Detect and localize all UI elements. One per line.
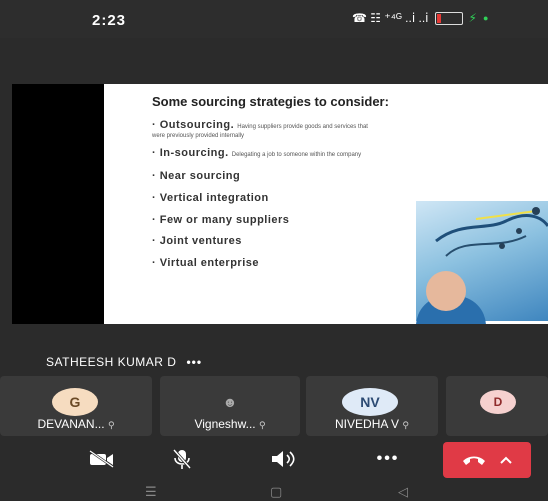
slide-title: Some sourcing strategies to consider: bbox=[152, 94, 389, 109]
chevron-up-icon bbox=[500, 456, 512, 464]
shared-slide: Some sourcing strategies to consider: · … bbox=[104, 84, 548, 324]
presenter-label[interactable]: SATHEESH KUMAR D ••• bbox=[46, 355, 202, 369]
mic-off-icon: ⚲ bbox=[402, 420, 409, 430]
slide-bullet-desc: were previously provided internally bbox=[152, 133, 245, 139]
slide-bullet: · Virtual enterprise bbox=[152, 257, 259, 269]
slide-bullet: · In-sourcing. Delegating a job to someo… bbox=[152, 147, 362, 159]
presenter-name: SATHEESH KUMAR D bbox=[46, 355, 177, 369]
participant-name: NIVEDHA V ⚲ bbox=[335, 417, 409, 431]
system-nav-bar: ☰ ▢ ◁ bbox=[0, 482, 548, 501]
charging-icon: ⚡ bbox=[468, 11, 477, 25]
presenter-more-button[interactable]: ••• bbox=[186, 355, 202, 369]
home-icon[interactable]: ▢ bbox=[270, 484, 282, 500]
participant-tile[interactable]: D bbox=[446, 376, 548, 436]
more-options-button[interactable]: ••• bbox=[360, 440, 416, 478]
participant-tile[interactable]: G DEVANAN... ⚲ bbox=[0, 376, 152, 436]
participant-tile[interactable]: ☻ Vigneshw... ⚲ bbox=[160, 376, 300, 436]
battery-icon bbox=[434, 11, 463, 25]
slide-bullet: · Outsourcing. Having suppliers provide … bbox=[152, 119, 368, 131]
camera-toggle-button[interactable] bbox=[78, 440, 126, 478]
mic-off-icon bbox=[172, 449, 192, 469]
end-call-button[interactable] bbox=[443, 442, 531, 478]
meeting-header bbox=[0, 38, 548, 84]
status-bar: 2:23 ☎ ☷ ⁺⁴ᴳ ..ⅰ ..ⅰ ⚡ ● bbox=[0, 0, 548, 38]
hang-up-icon bbox=[463, 456, 485, 465]
speaker-icon bbox=[272, 451, 295, 467]
recent-apps-icon[interactable]: ☰ bbox=[145, 484, 157, 500]
status-icons: ☎ ☷ ⁺⁴ᴳ ..ⅰ ..ⅰ bbox=[352, 11, 429, 25]
avatar: D bbox=[480, 390, 516, 414]
slide-bullet: · Joint ventures bbox=[152, 235, 242, 247]
avatar: G bbox=[52, 388, 98, 416]
slide-bullet: · Vertical integration bbox=[152, 192, 269, 204]
camera-off-icon bbox=[89, 449, 114, 469]
slide-illustration bbox=[416, 201, 548, 324]
active-dot-icon: ● bbox=[482, 13, 489, 23]
status-time: 2:23 bbox=[92, 12, 127, 29]
speaker-button[interactable] bbox=[256, 440, 312, 478]
participant-tile[interactable]: NV NIVEDHA V ⚲ bbox=[306, 376, 438, 436]
participant-name: Vigneshw... ⚲ bbox=[194, 417, 266, 431]
call-controls: ••• bbox=[0, 440, 548, 482]
participant-name: DEVANAN... ⚲ bbox=[37, 417, 115, 431]
participant-strip: G DEVANAN... ⚲ ☻ Vigneshw... ⚲ NV NIVEDH… bbox=[0, 376, 548, 440]
person-placeholder-icon: ☻ bbox=[222, 394, 238, 410]
mic-off-icon: ⚲ bbox=[107, 420, 115, 430]
back-icon[interactable]: ◁ bbox=[398, 484, 408, 500]
status-indicators: ☎ ☷ ⁺⁴ᴳ ..ⅰ ..ⅰ ⚡ ● bbox=[352, 11, 488, 25]
avatar: NV bbox=[342, 388, 398, 416]
mic-toggle-button[interactable] bbox=[158, 440, 206, 478]
slide-bullet: · Few or many suppliers bbox=[152, 214, 290, 226]
slide-bullet: · Near sourcing bbox=[152, 170, 241, 182]
mic-off-icon: ⚲ bbox=[258, 420, 266, 430]
